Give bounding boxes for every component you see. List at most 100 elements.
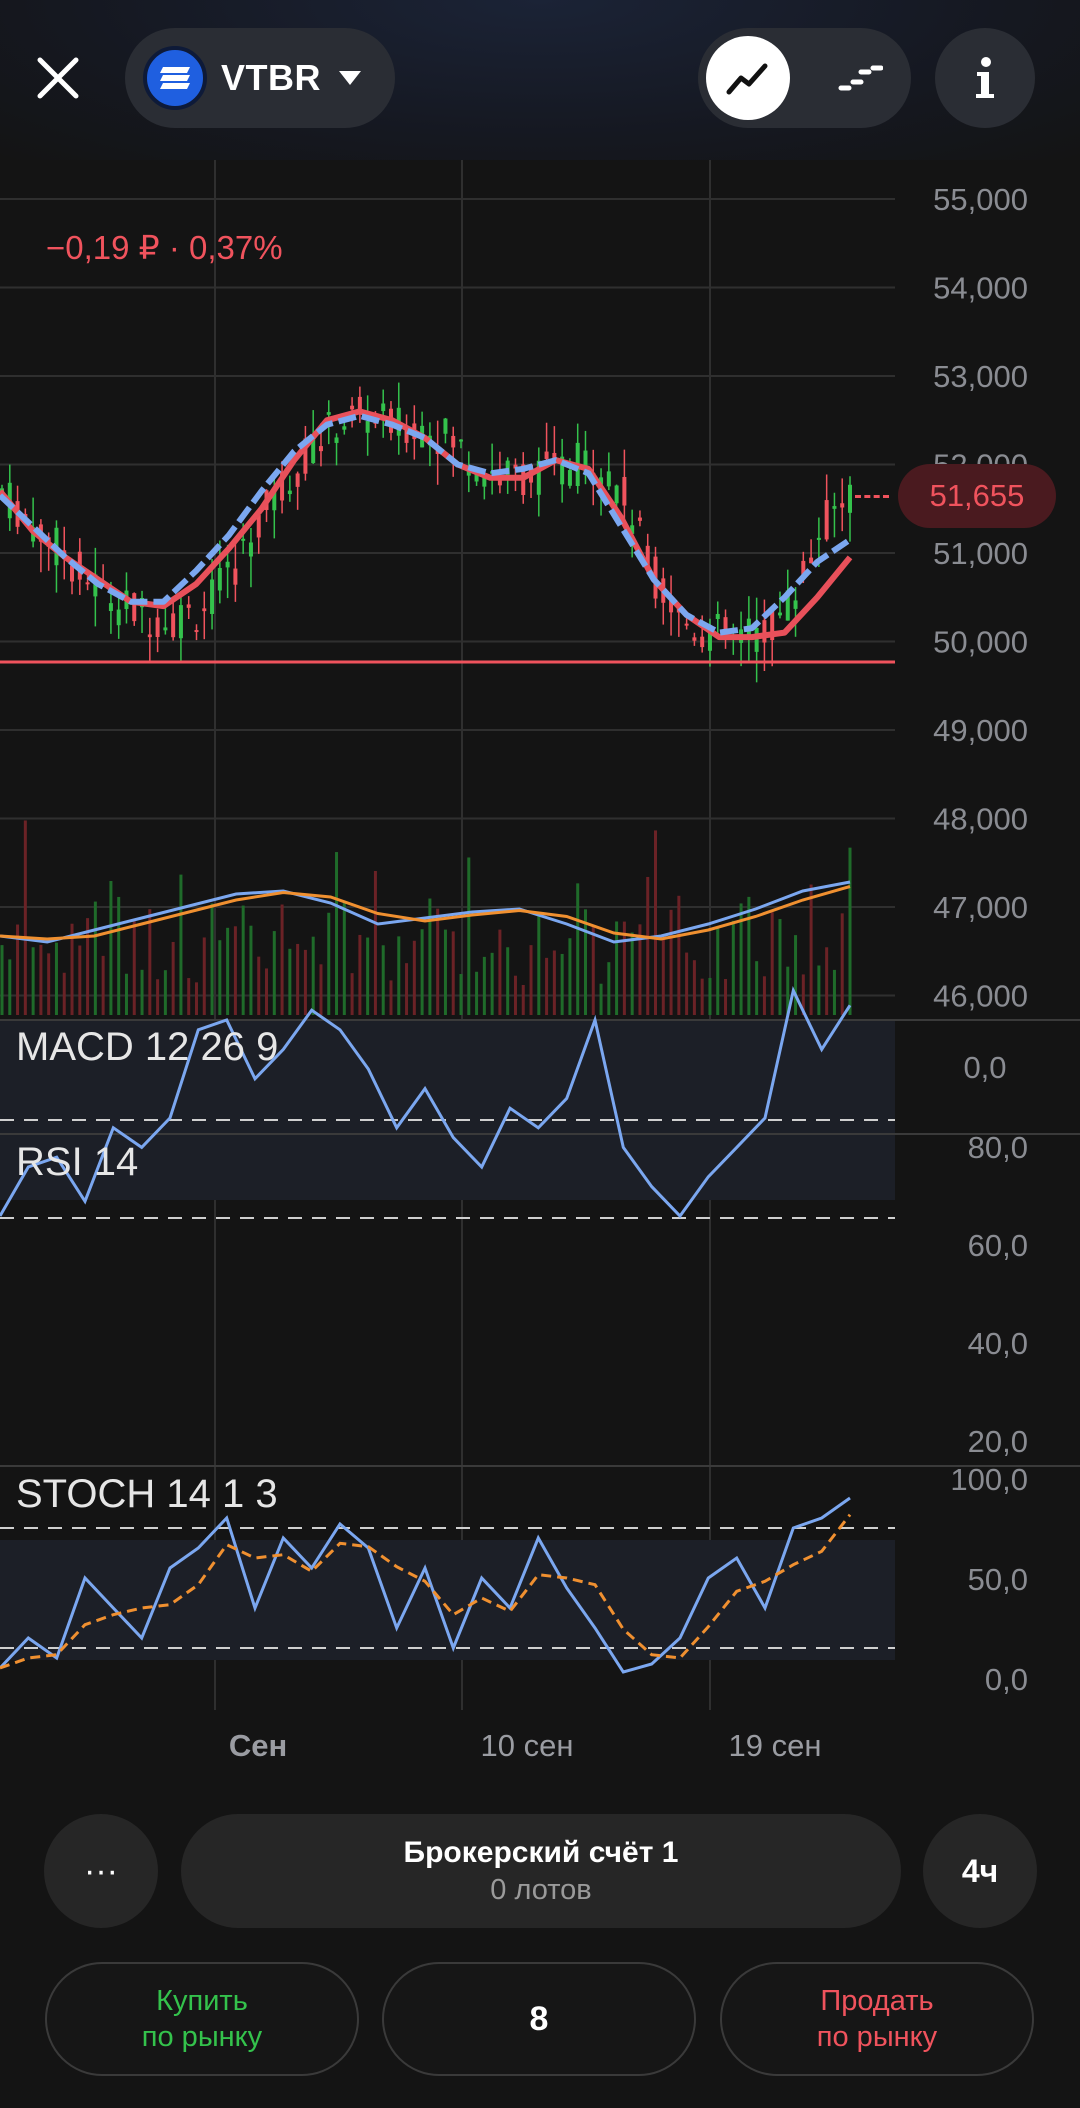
info-button[interactable] (935, 28, 1035, 128)
price-change: −0,19 ₽ · 0,37% (46, 229, 283, 266)
volume-bar (140, 969, 144, 1015)
volume-bar (194, 982, 198, 1015)
volume-bar (218, 940, 222, 1015)
volume-bar (272, 931, 276, 1015)
volume-bar (23, 820, 27, 1015)
price-axis-label: 54,000 (933, 271, 1028, 306)
candle-body (443, 418, 448, 434)
volume-bar (93, 901, 97, 1015)
candle-body (848, 484, 852, 513)
volume-bar (78, 945, 82, 1015)
stoch-axis-label: 100,0 (950, 1462, 1028, 1497)
volume-bar (794, 935, 798, 1015)
volume-bar (101, 955, 105, 1015)
volume-bar (233, 926, 237, 1015)
candle-body (692, 637, 697, 641)
candle-body (326, 412, 331, 415)
volume-bar (521, 984, 525, 1015)
interval-button[interactable]: 4ч (923, 1814, 1037, 1928)
volume-bar (708, 977, 712, 1015)
stoch-axis-label: 50,0 (968, 1562, 1028, 1597)
candle-body (567, 470, 572, 486)
candle-body (754, 627, 759, 652)
candle-body (350, 405, 355, 410)
price-chart[interactable]: 55,00054,00053,00052,00051,00050,00049,0… (0, 160, 1080, 1760)
volume-bar (607, 962, 611, 1015)
candle-body (85, 582, 90, 585)
close-button[interactable] (18, 38, 98, 118)
x-axis-label: 10 сен (481, 1728, 574, 1760)
volume-bar (443, 929, 447, 1015)
volume-bar (762, 976, 766, 1015)
volume-bar (280, 904, 284, 1015)
candle-body (840, 503, 845, 508)
volume-bar (148, 909, 152, 1015)
account-selector[interactable]: Брокерский счёт 1 0 лотов (181, 1814, 901, 1928)
price-axis-label: 46,000 (933, 979, 1028, 1014)
chevron-down-icon (339, 71, 361, 85)
rsi-axis-label: 20,0 (968, 1424, 1028, 1459)
volume-bar (210, 903, 214, 1015)
volume-bar (0, 945, 4, 1015)
volume-bar (576, 883, 580, 1015)
volume-bar (373, 871, 377, 1015)
macd-signal-line (0, 885, 851, 941)
sell-market-button[interactable]: Продать по рынку (720, 1962, 1034, 2076)
candle-chart-button[interactable] (818, 36, 902, 120)
ticker-selector[interactable]: VTBR (125, 28, 395, 128)
candle-body (178, 605, 183, 639)
more-button[interactable]: ··· (44, 1814, 158, 1928)
volume-bar (436, 908, 440, 1015)
x-axis-label: 19 сен (729, 1728, 822, 1760)
volume-bar (257, 956, 261, 1015)
candle-body (832, 506, 837, 509)
candle-body (334, 437, 339, 443)
sell-label: Продать по рынку (816, 1985, 938, 2053)
volume-bar (840, 913, 844, 1015)
volume-bar (366, 937, 370, 1015)
macd-line (0, 880, 851, 944)
volume-bar (249, 925, 253, 1015)
current-price-badge: 51,655 (898, 464, 1056, 528)
candle-body (217, 567, 222, 591)
volume-bar (716, 928, 720, 1015)
volume-bar (490, 952, 494, 1015)
volume-bar (327, 912, 331, 1015)
macd-title: MACD 12 26 9 (16, 1025, 278, 1069)
candle-body (202, 608, 207, 612)
candle-body (606, 471, 611, 487)
line-chart-button[interactable] (706, 36, 790, 120)
stoch-title: STOCH 14 1 3 (16, 1472, 278, 1516)
more-icon: ··· (84, 1851, 118, 1890)
price-axis-label: 55,000 (933, 182, 1028, 217)
candle-body (318, 446, 323, 452)
volume-bar (31, 947, 35, 1015)
chart-type-toggle (698, 28, 911, 128)
volume-bar (545, 957, 549, 1015)
volume-bar (171, 941, 175, 1015)
buy-market-button[interactable]: Купить по рынку (45, 1962, 359, 2076)
candle-body (147, 634, 152, 638)
quantity-field[interactable]: 8 (382, 1962, 696, 2076)
current-price-marker (855, 495, 889, 498)
volume-bar (311, 936, 315, 1015)
candle-body (451, 435, 456, 448)
candle-body (155, 617, 160, 638)
volume-bar (692, 960, 696, 1015)
candle-body (809, 557, 814, 564)
price-axis: 55,00054,00053,00052,00051,00050,00049,0… (933, 182, 1028, 1014)
candle-body (715, 613, 720, 620)
volume-bar (630, 932, 634, 1015)
candle-body (342, 426, 347, 430)
volume-bar (755, 961, 759, 1015)
price-axis-label: 47,000 (933, 890, 1028, 925)
candle-body (614, 485, 619, 504)
candle-body (132, 593, 137, 622)
candle-body (186, 604, 191, 608)
candle-body (459, 439, 464, 442)
price-axis-label: 51,000 (933, 536, 1028, 571)
volume-bar (552, 950, 556, 1015)
volume-bar (109, 880, 113, 1015)
volume-bar (731, 920, 735, 1015)
volume-bar (568, 938, 572, 1015)
